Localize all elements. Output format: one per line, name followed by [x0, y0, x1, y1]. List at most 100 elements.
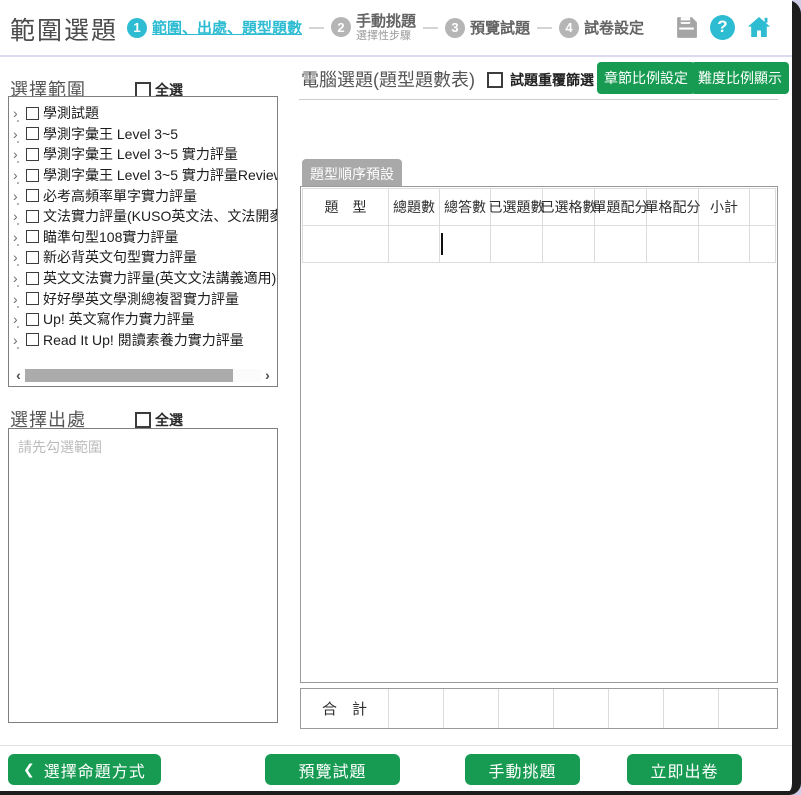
chapter-ratio-button[interactable]: 章節比例設定 — [597, 62, 695, 94]
question-type-order-preset-button[interactable]: 題型順序預設 — [302, 159, 402, 189]
chevron-right-icon[interactable]: › — [13, 106, 26, 120]
chevron-right-icon[interactable]: › — [13, 209, 26, 223]
tree-item[interactable]: › 學測字彙王 Level 3~5 實力評量Review — [13, 165, 277, 186]
table-cell[interactable] — [750, 226, 776, 263]
totals-cell — [444, 689, 499, 728]
step-3-preview[interactable]: 3 預覽試題 — [445, 17, 530, 38]
page-title: 範圍選題 — [10, 11, 118, 47]
checkbox[interactable] — [26, 107, 39, 120]
tree-item[interactable]: ›學測試題 — [13, 103, 277, 124]
step-2-manual-pick[interactable]: 2 手動挑題 選擇性步驟 — [331, 13, 416, 43]
footer-divider — [0, 745, 792, 746]
checkbox[interactable] — [26, 230, 39, 243]
chevron-right-icon[interactable]: › — [13, 230, 26, 244]
header-icons: ? — [674, 14, 772, 40]
source-select-all-checkbox[interactable] — [135, 412, 151, 428]
tree-item[interactable]: ›新必背英文句型實力評量 — [13, 247, 277, 268]
duplicate-filter[interactable]: 試題重覆篩選 — [487, 70, 594, 90]
tree-item[interactable]: › Up! 英文寫作力實力評量 — [13, 309, 277, 330]
step-2-sublabel: 選擇性步驟 — [356, 30, 416, 43]
tree-item-label: Up! 英文寫作力實力評量 — [43, 309, 195, 329]
chevron-right-icon[interactable]: › — [13, 250, 26, 264]
tree-item[interactable]: ›文法實力評量(KUSO英文法、文法開麥拉) — [13, 206, 277, 227]
tree-item-label: 學測字彙王 Level 3~5 實力評量Review — [43, 165, 277, 185]
save-icon[interactable] — [674, 15, 699, 40]
tree-item-label: 英文文法實力評量(英文文法講義適用) — [43, 268, 276, 288]
range-tree: ›學測試題 ›學測字彙王 Level 3~5 › 學測字彙王 Level 3~5 … — [9, 97, 277, 350]
chevron-right-icon[interactable]: › — [13, 127, 26, 141]
chevron-right-icon[interactable]: › — [13, 168, 26, 182]
table-cell[interactable] — [303, 226, 389, 263]
tree-item-label: 好好學英文學測總複習實力評量 — [43, 289, 239, 309]
tree-item[interactable]: › 好好學英文學測總複習實力評量 — [13, 288, 277, 309]
back-button-label: 選擇命題方式 — [44, 758, 146, 782]
app-window: 範圍選題 1 範圍、出處、題型題數 — 2 手動挑題 選擇性步驟 — 3 預覽試… — [0, 0, 801, 795]
difficulty-ratio-button[interactable]: 難度比例顯示 — [691, 62, 789, 94]
tree-item[interactable]: › 學測字彙王 Level 3~5 實力評量 — [13, 144, 277, 165]
chevron-left-icon: ❮ — [23, 761, 36, 778]
scroll-right-icon[interactable]: › — [261, 369, 274, 382]
chevron-right-icon[interactable]: › — [13, 271, 26, 285]
chevron-right-icon[interactable]: › — [13, 189, 26, 203]
step-navigation: 1 範圍、出處、題型題數 — 2 手動挑題 選擇性步驟 — 3 預覽試題 — 4… — [127, 0, 644, 55]
chevron-right-icon[interactable]: › — [13, 333, 26, 347]
manual-pick-button[interactable]: 手動挑題 — [465, 754, 580, 785]
tree-item-label: 學測字彙王 Level 3~5 實力評量 — [43, 144, 238, 164]
tree-item[interactable]: ›Read It Up! 閱讀素養力實力評量 — [13, 330, 277, 351]
column-header: 已選題數 — [491, 189, 543, 226]
tree-item[interactable]: › 必考高頻率單字實力評量 — [13, 185, 277, 206]
horizontal-scrollbar[interactable]: ‹ › — [12, 368, 274, 383]
chevron-right-icon[interactable]: › — [13, 312, 26, 326]
column-header: 單題配分 — [595, 189, 647, 226]
step-1-label: 範圍、出處、題型題數 — [152, 17, 302, 38]
table-cell[interactable] — [543, 226, 595, 263]
step-separator: — — [423, 19, 438, 36]
table-cell[interactable] — [440, 226, 491, 263]
tree-item[interactable]: ›學測字彙王 Level 3~5 — [13, 124, 277, 145]
duplicate-filter-label: 試題重覆篩選 — [510, 70, 594, 90]
source-placeholder-text: 請先勾選範圍 — [9, 429, 277, 465]
text-cursor — [441, 233, 443, 255]
scrollbar-thumb[interactable] — [25, 369, 233, 382]
step-1-range[interactable]: 1 範圍、出處、題型題數 — [127, 17, 302, 38]
table-cell[interactable] — [491, 226, 543, 263]
table-cell[interactable] — [595, 226, 647, 263]
step-3-label: 預覽試題 — [470, 17, 530, 38]
scrollbar-track[interactable] — [25, 369, 261, 382]
tree-item-label: 必考高頻率單字實力評量 — [43, 186, 197, 206]
generate-paper-button[interactable]: 立即出卷 — [627, 754, 742, 785]
scroll-left-icon[interactable]: ‹ — [12, 369, 25, 382]
tree-item[interactable]: › 英文文法實力評量(英文文法講義適用) — [13, 268, 277, 289]
help-icon[interactable]: ? — [710, 15, 735, 40]
duplicate-filter-checkbox[interactable] — [487, 72, 503, 88]
step-4-paper-settings[interactable]: 4 試卷設定 — [559, 17, 644, 38]
column-header: 總答數 — [440, 189, 491, 226]
source-select-all[interactable]: 全選 — [135, 410, 183, 430]
column-header: 總題數 — [389, 189, 440, 226]
chevron-right-icon[interactable]: › — [13, 147, 26, 161]
checkbox[interactable] — [26, 189, 39, 202]
checkbox[interactable] — [26, 272, 39, 285]
step-4-label: 試卷設定 — [584, 17, 644, 38]
preview-questions-button[interactable]: 預覽試題 — [265, 754, 400, 785]
checkbox[interactable] — [26, 313, 39, 326]
totals-cell — [389, 689, 444, 728]
computer-pick-title: 電腦選題(題型題數表) — [301, 66, 475, 92]
table-cell[interactable] — [699, 226, 750, 263]
table-cell[interactable] — [647, 226, 699, 263]
step-4-badge: 4 — [559, 18, 579, 38]
table-cell[interactable] — [389, 226, 440, 263]
chevron-right-icon[interactable]: › — [13, 292, 26, 306]
column-header: 單格配分 — [647, 189, 699, 226]
checkbox[interactable] — [26, 210, 39, 223]
checkbox[interactable] — [26, 169, 39, 182]
home-icon[interactable] — [746, 14, 772, 40]
tree-item[interactable]: ›瞄準句型108實力評量 — [13, 227, 277, 248]
checkbox[interactable] — [26, 251, 39, 264]
checkbox[interactable] — [26, 333, 39, 346]
back-to-method-button[interactable]: ❮ 選擇命題方式 — [8, 754, 161, 785]
checkbox[interactable] — [26, 292, 39, 305]
checkbox[interactable] — [26, 127, 39, 140]
totals-cell — [609, 689, 664, 728]
checkbox[interactable] — [26, 148, 39, 161]
